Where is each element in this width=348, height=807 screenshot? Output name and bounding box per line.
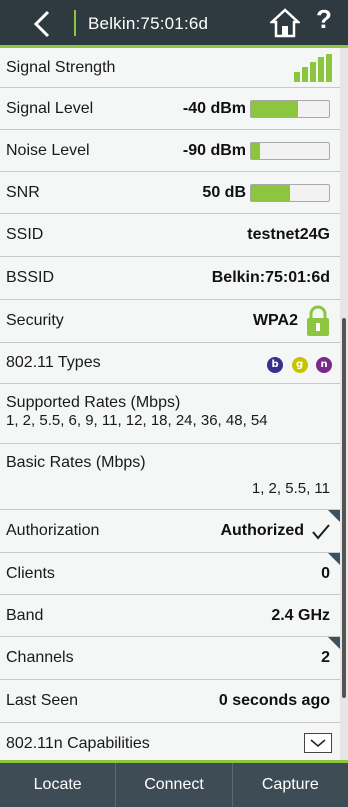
expand-corner-icon <box>328 637 340 649</box>
badge-b-icon: b <box>267 357 284 373</box>
chevron-down-icon[interactable] <box>304 733 332 753</box>
basic-rates-label: Basic Rates (Mbps) <box>6 454 146 471</box>
home-icon[interactable] <box>270 7 300 39</box>
basic-rates-row: Basic Rates (Mbps) 1, 2, 5.5, 11 <box>0 444 340 510</box>
channels-label: Channels <box>6 649 74 666</box>
signal-level-meter <box>250 99 330 118</box>
signal-level-row: Signal Level -40 dBm <box>0 88 340 130</box>
signal-bars-icon <box>294 54 332 82</box>
noise-level-value: -90 dBm <box>182 141 246 159</box>
band-label: Band <box>6 606 44 624</box>
scrollbar-thumb[interactable] <box>342 318 346 698</box>
expand-corner-icon <box>328 510 340 522</box>
ssid-value: testnet24G <box>247 226 330 243</box>
band-value: 2.4 GHz <box>271 606 330 624</box>
bssid-row: BSSID Belkin:75:01:6d <box>0 257 340 300</box>
header-separator <box>74 10 76 36</box>
scrollbar[interactable] <box>340 48 348 760</box>
details-list: Signal Strength Signal Level -40 dBm Noi… <box>0 48 340 766</box>
noise-level-label: Noise Level <box>6 141 90 159</box>
bottom-action-bar: Locate Connect Capture <box>0 760 348 807</box>
last-seen-row: Last Seen 0 seconds ago <box>0 680 340 723</box>
back-arrow-icon[interactable] <box>28 8 58 40</box>
capture-button[interactable]: Capture <box>233 763 348 807</box>
app-header: Belkin:75:01:6d ? <box>0 0 348 48</box>
supported-rates-value: 1, 2, 5.5, 6, 9, 11, 12, 18, 24, 36, 48,… <box>6 412 268 429</box>
signal-strength-row: Signal Strength <box>0 48 340 88</box>
snr-value: 50 dB <box>202 183 246 201</box>
clients-row[interactable]: Clients 0 <box>0 553 340 595</box>
clients-label: Clients <box>6 564 55 582</box>
authorization-label: Authorization <box>6 522 100 539</box>
signal-level-label: Signal Level <box>6 99 94 117</box>
noise-level-row: Noise Level -90 dBm <box>0 130 340 172</box>
badge-g-icon: g <box>291 357 308 373</box>
last-seen-label: Last Seen <box>6 692 79 709</box>
security-row: Security WPA2 <box>0 300 340 343</box>
bssid-value: Belkin:75:01:6d <box>211 269 330 286</box>
types-label: 802.11 Types <box>6 354 101 371</box>
connect-button[interactable]: Connect <box>116 763 233 807</box>
ssid-label: SSID <box>6 226 44 243</box>
signal-level-value: -40 dBm <box>182 99 246 117</box>
basic-rates-value: 1, 2, 5.5, 11 <box>251 480 330 497</box>
snr-fill <box>251 184 290 201</box>
snr-meter <box>250 183 330 202</box>
locate-button[interactable]: Locate <box>0 763 117 807</box>
noise-level-fill <box>251 142 261 159</box>
types-badges: b g n <box>263 354 332 373</box>
badge-n-icon: n <box>316 357 332 373</box>
snr-label: SNR <box>6 183 40 201</box>
security-label: Security <box>6 312 64 329</box>
ssid-row: SSID testnet24G <box>0 214 340 257</box>
lock-icon <box>307 305 329 336</box>
clients-value: 0 <box>321 564 330 582</box>
authorization-row[interactable]: Authorization Authorized <box>0 510 340 553</box>
security-value: WPA2 <box>252 312 298 329</box>
channels-row[interactable]: Channels 2 <box>0 637 340 680</box>
network-title: Belkin:75:01:6d <box>88 14 209 33</box>
supported-rates-label: Supported Rates (Mbps) <box>6 394 181 411</box>
band-row: Band 2.4 GHz <box>0 595 340 637</box>
channels-value: 2 <box>321 649 330 666</box>
signal-level-fill <box>251 100 298 117</box>
authorization-value: Authorized <box>220 522 304 539</box>
bssid-label: BSSID <box>6 269 55 286</box>
snr-row: SNR 50 dB <box>0 172 340 214</box>
supported-rates-row: Supported Rates (Mbps) 1, 2, 5.5, 6, 9, … <box>0 384 340 444</box>
capabilities-label: 802.11n Capabilities <box>6 735 150 752</box>
checkmark-icon <box>312 524 330 540</box>
expand-corner-icon <box>328 553 340 565</box>
last-seen-value: 0 seconds ago <box>218 692 330 709</box>
signal-strength-label: Signal Strength <box>6 58 116 76</box>
types-row: 802.11 Types b g n <box>0 343 340 384</box>
noise-level-meter <box>250 141 330 160</box>
help-icon[interactable]: ? <box>316 4 332 35</box>
